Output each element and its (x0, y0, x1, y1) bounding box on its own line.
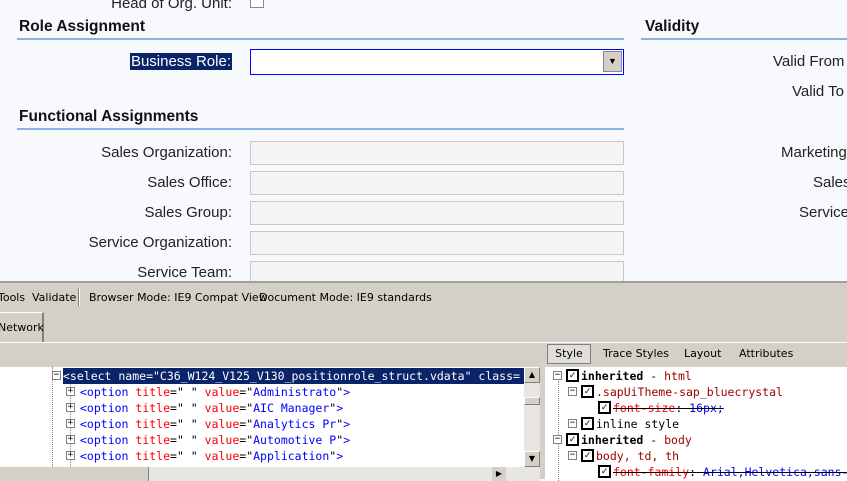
style-rule[interactable]: body, td, th (596, 448, 679, 464)
sales-organization-label: Sales Organization: (101, 144, 232, 161)
divider (641, 38, 847, 40)
checkbox[interactable]: ✓ (566, 369, 579, 382)
option-value: Analytics Pr (253, 417, 337, 431)
service-organization-input[interactable] (250, 231, 624, 255)
valid-from-label: Valid From (773, 53, 845, 70)
expand-icon[interactable]: + (66, 419, 75, 428)
expand-icon[interactable]: + (66, 435, 75, 444)
style-inherited: inherited (581, 433, 644, 447)
option-value: Administrato (253, 385, 337, 399)
scroll-down-icon[interactable]: ▼ (524, 451, 540, 467)
style-rule[interactable]: .sapUiTheme-sap_bluecrystal (596, 384, 783, 400)
service-organization-label: Service Organization: (88, 234, 232, 251)
collapse-icon[interactable]: − (568, 419, 577, 428)
checkbox[interactable]: ✓ (581, 417, 594, 430)
tree-node-option[interactable]: <option title=" " value="AIC Manager"> (80, 400, 343, 416)
business-role-label: Business Role: (129, 53, 232, 70)
separator (78, 288, 80, 306)
style-inline[interactable]: inline style (596, 416, 679, 432)
sales-group-input[interactable] (250, 201, 624, 225)
option-value: Automotive P (253, 433, 337, 447)
marketing-label: Marketing (781, 144, 847, 161)
collapse-icon[interactable]: − (553, 435, 562, 444)
divider (0, 342, 847, 343)
functional-assignments-header: Functional Assignments (19, 108, 199, 125)
divider (17, 38, 624, 40)
expand-icon[interactable]: + (66, 387, 75, 396)
style-property-name: font-family (613, 465, 690, 479)
option-value: AIC Manager (253, 401, 330, 415)
expand-icon[interactable]: + (66, 403, 75, 412)
scroll-thumb[interactable] (524, 397, 540, 405)
style-target: body (664, 433, 692, 447)
tree-node-option[interactable]: <option title=" " value="Application"> (80, 448, 343, 464)
tab-trace-styles[interactable]: Trace Styles (603, 347, 669, 360)
valid-to-label: Valid To (792, 83, 844, 100)
service-label: Service (799, 204, 847, 221)
style-tree: − ✓ inherited - html − ✓ .sapUiTheme-sap… (545, 367, 847, 481)
collapse-icon[interactable]: − (568, 451, 577, 460)
menu-validate[interactable]: Validate (32, 291, 76, 304)
business-role-dropdown[interactable]: ▼ (250, 49, 624, 75)
role-assignment-header: Role Assignment (19, 18, 146, 35)
head-org-unit-checkbox[interactable] (250, 0, 264, 8)
tab-attributes[interactable]: Attributes (739, 347, 793, 360)
vertical-scrollbar[interactable]: ▲ ▼ (524, 367, 540, 467)
chevron-down-icon[interactable]: ▼ (603, 51, 622, 72)
expand-icon[interactable]: + (66, 451, 75, 460)
scroll-up-icon[interactable]: ▲ (524, 367, 540, 383)
developer-tools-panel: Tools Validate Browser Mode: IE9 Compat … (0, 281, 847, 481)
checkbox[interactable]: ✓ (598, 401, 611, 414)
tab-style[interactable]: Style (547, 344, 591, 364)
style-property-value: 16px; (682, 401, 724, 415)
tree-node-option[interactable]: <option title=" " value="Analytics Pr"> (80, 416, 350, 432)
checkbox[interactable]: ✓ (566, 433, 579, 446)
sales-group-label: Sales Group: (144, 204, 232, 221)
menu-tools[interactable]: Tools (0, 291, 25, 304)
service-team-label: Service Team: (137, 264, 232, 281)
separator-text: - (643, 433, 665, 447)
style-property-value: Arial,Helvetica,sans- (696, 465, 847, 479)
validity-header: Validity (645, 18, 700, 35)
sales-label: Sales (813, 174, 847, 191)
style-inherited: inherited (581, 369, 644, 383)
checkbox[interactable]: ✓ (581, 449, 594, 462)
sales-office-label: Sales Office: (147, 174, 232, 191)
divider (17, 128, 624, 130)
collapse-icon[interactable]: − (553, 371, 562, 380)
style-property-name: font-size (613, 401, 676, 415)
separator-text: - (643, 369, 665, 383)
sales-office-input[interactable] (250, 171, 624, 195)
browser-mode-menu[interactable]: Browser Mode: IE9 Compat View (89, 291, 268, 304)
checkbox[interactable]: ✓ (581, 385, 594, 398)
checkbox[interactable]: ✓ (598, 465, 611, 478)
document-mode-menu[interactable]: Document Mode: IE9 standards (259, 291, 432, 304)
tree-node-option[interactable]: <option title=" " value="Automotive P"> (80, 432, 350, 448)
sales-organization-input[interactable] (250, 141, 624, 165)
option-value: Application (253, 449, 330, 463)
tab-layout[interactable]: Layout (684, 347, 721, 360)
style-target: html (664, 369, 692, 383)
collapse-icon[interactable]: − (568, 387, 577, 396)
head-org-unit-label: Head of Org. Unit: (111, 0, 232, 12)
tab-network[interactable]: Network (0, 312, 44, 342)
collapse-icon[interactable]: − (52, 371, 61, 380)
tree-node-select[interactable]: <select name="C36_W124_V125_V130_positio… (63, 368, 524, 384)
tree-node-option[interactable]: <option title=" " value="Administrato"> (80, 384, 350, 400)
dom-tree: − <select name="C36_W124_V125_V130_posit… (0, 367, 524, 467)
